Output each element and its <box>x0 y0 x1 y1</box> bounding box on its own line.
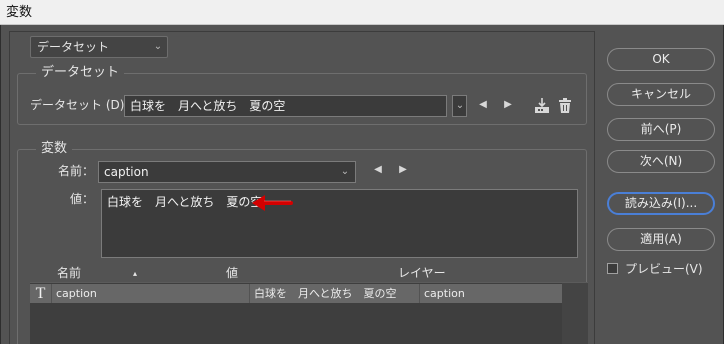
next-variable-icon[interactable]: ▶ <box>396 163 410 177</box>
mode-select[interactable]: データセット ⌄ <box>30 36 168 58</box>
variable-name-value: caption <box>104 165 149 179</box>
annotation-arrow-icon <box>252 195 293 211</box>
row-name-cell: caption <box>52 284 250 303</box>
sort-ascending-icon: ▴ <box>133 269 138 278</box>
variable-group-title: 変数 <box>36 141 73 157</box>
column-header-value[interactable]: 値 <box>226 265 238 281</box>
next-button[interactable]: 次へ(N) <box>607 150 715 173</box>
variable-table: T caption 白球を 月へと放ち 夏の空 caption <box>30 282 588 344</box>
previous-variable-icon[interactable]: ◀ <box>371 163 385 177</box>
window-title: 変数 <box>6 5 33 20</box>
previous-button[interactable]: 前へ(P) <box>607 118 715 141</box>
table-row[interactable]: T caption 白球を 月へと放ち 夏の空 caption <box>30 284 562 303</box>
dataset-field[interactable]: 白球を 月へと放ち 夏の空 <box>124 95 447 117</box>
variable-value-field[interactable]: 白球を 月へと放ち 夏の空 <box>101 189 578 258</box>
variable-value-text: 白球を 月へと放ち 夏の空 <box>107 195 263 209</box>
window-titlebar: 変数 <box>0 0 724 25</box>
previous-dataset-icon[interactable]: ◀ <box>476 98 490 112</box>
trash-icon[interactable] <box>558 98 572 117</box>
cancel-button[interactable]: キャンセル <box>607 83 715 106</box>
apply-button[interactable]: 適用(A) <box>607 228 715 251</box>
text-layer-icon: T <box>30 284 52 303</box>
save-dataset-icon[interactable] <box>533 97 551 118</box>
table-scrollbar[interactable] <box>562 283 588 344</box>
next-dataset-icon[interactable]: ▶ <box>501 98 515 112</box>
column-header-name[interactable]: 名前 <box>57 265 81 281</box>
row-value-cell: 白球を 月へと放ち 夏の空 <box>250 284 420 303</box>
mode-select-value: データセット <box>37 40 110 54</box>
column-header-layer[interactable]: レイヤー <box>398 265 446 281</box>
chevron-down-icon: ⌄ <box>153 41 163 52</box>
preview-label: プレビュー(V) <box>625 262 703 276</box>
preview-checkbox[interactable] <box>607 263 618 274</box>
variable-name-select[interactable]: caption ⌄ <box>98 161 356 183</box>
import-button[interactable]: 読み込み(I)... <box>607 192 715 215</box>
dataset-group-title: データセット <box>36 65 125 81</box>
name-label: 名前： <box>58 164 95 178</box>
chevron-down-icon: ⌄ <box>340 166 350 177</box>
ok-button[interactable]: OK <box>607 48 715 71</box>
value-label: 値： <box>70 192 95 206</box>
chevron-down-icon: ⌄ <box>455 100 465 111</box>
row-layer-cell: caption <box>424 287 465 300</box>
dataset-value: 白球を 月へと放ち 夏の空 <box>130 99 286 113</box>
dataset-dropdown-button[interactable]: ⌄ <box>452 95 467 117</box>
dataset-label: データセット (D)： <box>30 98 137 112</box>
